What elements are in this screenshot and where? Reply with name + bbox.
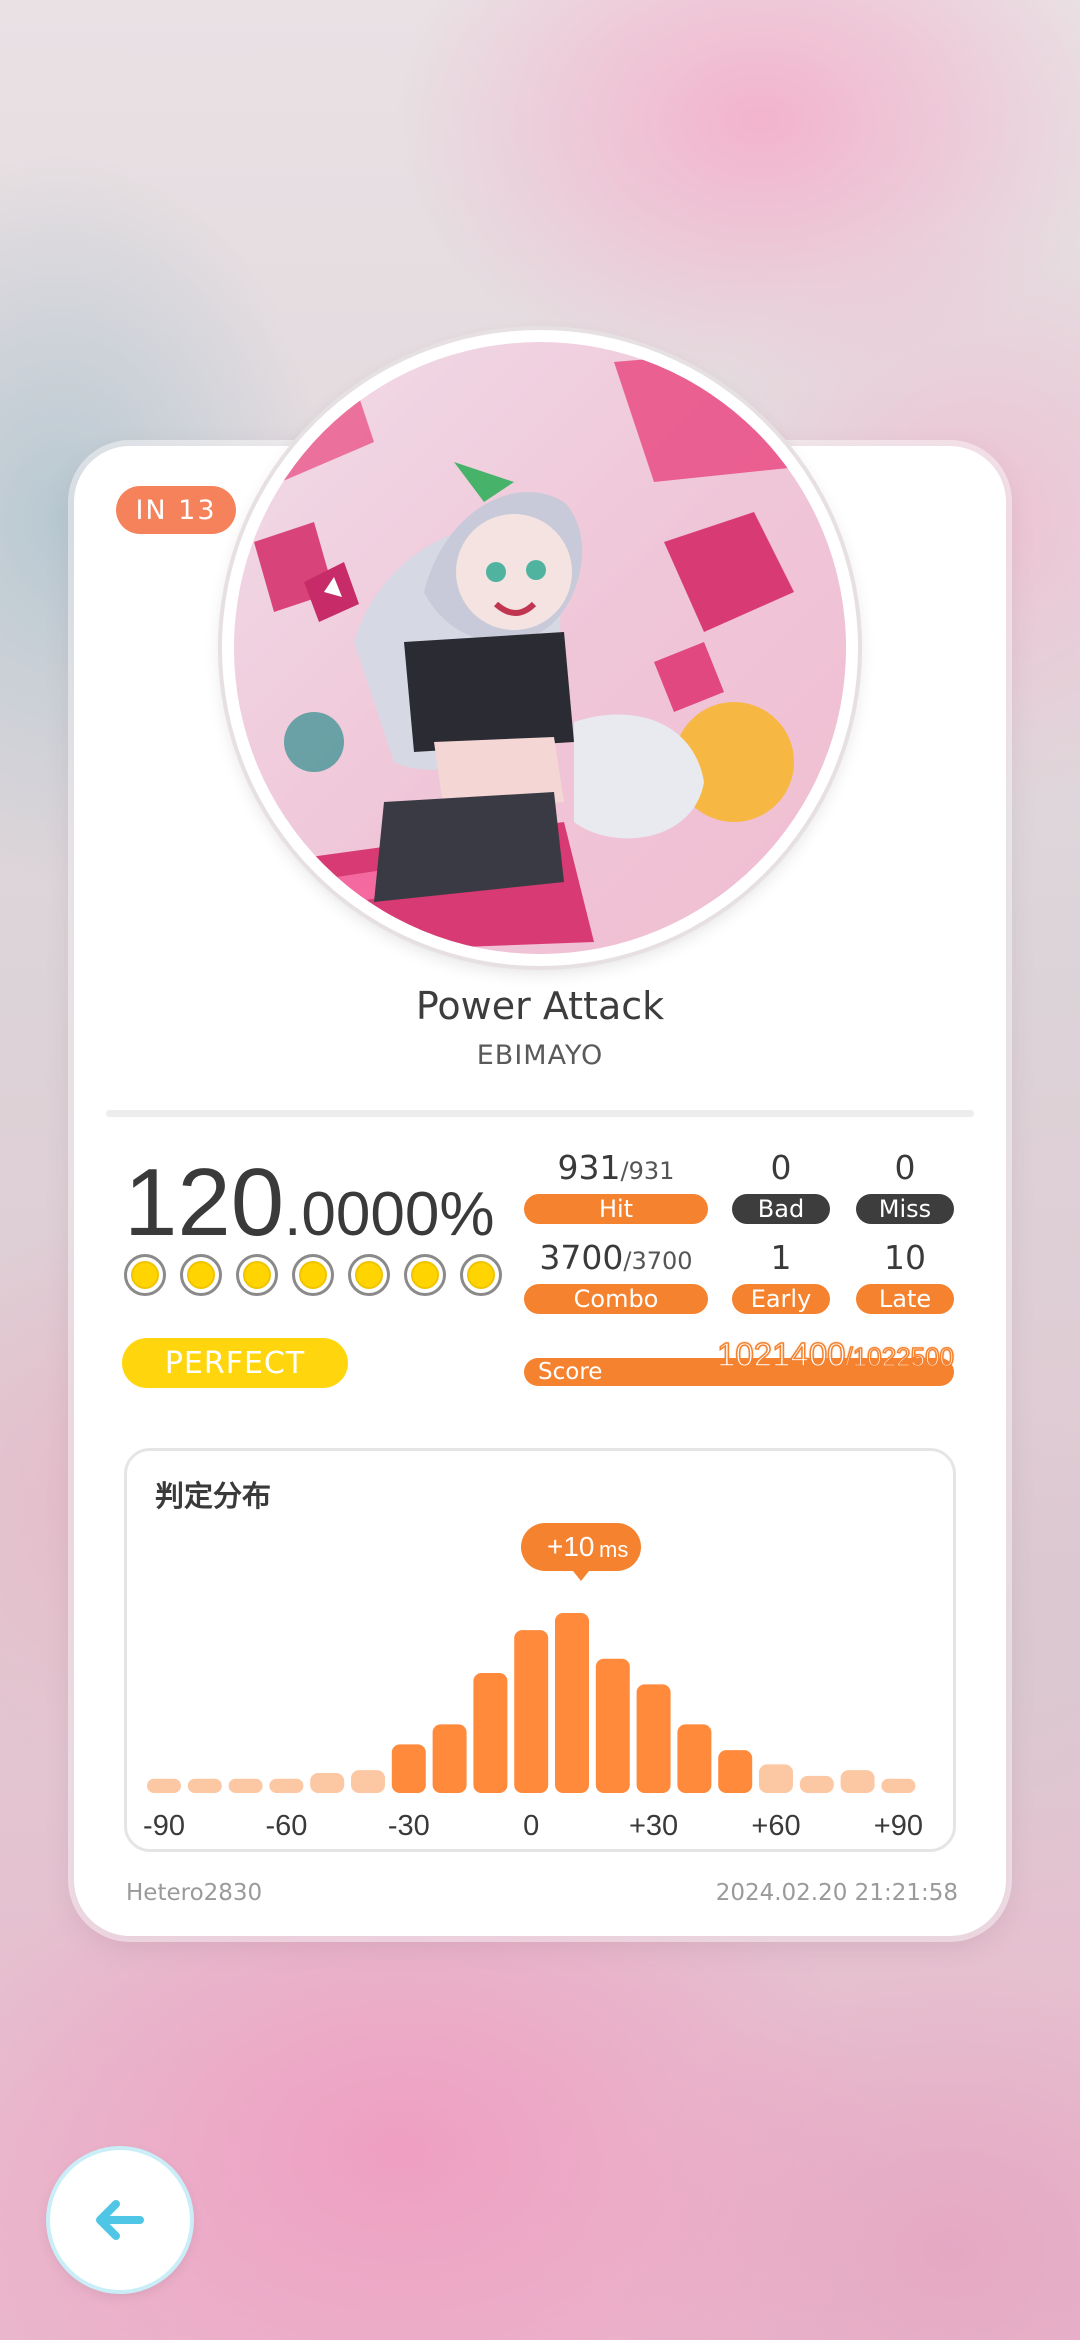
early-label: Early: [732, 1284, 830, 1314]
username: Hetero2830: [126, 1880, 263, 1906]
histogram-bar: [269, 1778, 304, 1793]
bad-value: 0: [770, 1148, 792, 1187]
peak-value: +10: [547, 1531, 595, 1562]
combo-label: Combo: [524, 1284, 708, 1314]
indicator-dot: [348, 1254, 390, 1296]
combo-total: /3700: [623, 1247, 693, 1275]
stat-late: 10 Late: [856, 1236, 954, 1314]
stat-combo: 3700/3700 Combo: [524, 1236, 708, 1314]
accuracy-fraction: .0000%: [284, 1180, 495, 1249]
histogram-bar: [351, 1770, 385, 1793]
histogram-bar: [473, 1673, 508, 1793]
back-arrow-icon: [96, 2200, 144, 2240]
bad-label: Bad: [732, 1194, 830, 1224]
histogram-bar: [228, 1778, 263, 1793]
indicator-dot: [124, 1254, 166, 1296]
late-label: Late: [856, 1284, 954, 1314]
song-title: Power Attack: [415, 984, 665, 1028]
indicator-dot: [180, 1254, 222, 1296]
histogram-bar: [595, 1658, 630, 1793]
back-button[interactable]: [50, 2150, 190, 2290]
song-jacket: [222, 330, 858, 966]
accuracy-display: 120.0000%: [124, 1148, 494, 1258]
hit-total: /931: [620, 1157, 675, 1185]
accuracy-indicator-dots: [124, 1254, 502, 1296]
early-value: 1: [770, 1238, 792, 1277]
indicator-dot: [292, 1254, 334, 1296]
peak-unit: ms: [599, 1537, 628, 1562]
hit-value: 931: [557, 1148, 621, 1187]
score-max: /1022500: [845, 1341, 955, 1373]
histogram-bar: [310, 1773, 345, 1793]
histogram-chart: -90 -60 -30 0 +30 +60 +90 +10 ms: [143, 1523, 923, 1842]
song-artist: EBIMAYO: [476, 1040, 604, 1071]
histogram-bar: [187, 1778, 222, 1793]
histogram-bar: [636, 1684, 671, 1793]
indicator-dot: [236, 1254, 278, 1296]
divider: [106, 1110, 974, 1117]
score-current: 1021400: [716, 1335, 846, 1374]
histogram-tick-label: -90: [143, 1810, 185, 1842]
song-jacket-artwork: [234, 342, 846, 954]
histogram-tick-label: +30: [629, 1810, 678, 1842]
stat-miss: 0 Miss: [856, 1146, 954, 1224]
histogram-tick-label: -60: [265, 1810, 307, 1842]
histogram-bar: [677, 1724, 712, 1793]
accuracy-integer: 120: [124, 1149, 285, 1256]
histogram-tick-label: -30: [388, 1810, 430, 1842]
miss-value: 0: [894, 1148, 916, 1187]
rank-badge: PERFECT: [122, 1338, 348, 1388]
combo-value: 3700: [539, 1238, 624, 1277]
histogram-bar: [799, 1775, 834, 1793]
histogram-bar: [391, 1744, 426, 1793]
indicator-dot: [404, 1254, 446, 1296]
stat-early: 1 Early: [732, 1236, 830, 1314]
peak-callout: +10 ms: [521, 1523, 641, 1581]
hit-label: Hit: [524, 1194, 708, 1224]
histogram-bar: [718, 1750, 753, 1793]
stat-hit: 931/931 Hit: [524, 1146, 708, 1224]
histogram-bar: [147, 1778, 181, 1793]
play-datetime: 2024.02.20 21:21:58: [715, 1880, 958, 1906]
score-label: Score: [538, 1359, 603, 1385]
histogram-tick-label: +60: [751, 1810, 800, 1842]
stat-bad: 0 Bad: [732, 1146, 830, 1224]
histogram-tick-label: 0: [523, 1810, 539, 1842]
histogram-bar: [432, 1724, 467, 1793]
difficulty-level-badge: IN 13: [116, 486, 236, 534]
late-value: 10: [884, 1238, 926, 1277]
histogram-bar: [514, 1630, 549, 1793]
histogram-bar: [840, 1770, 875, 1793]
histogram-bar: [759, 1764, 793, 1793]
histogram-bar: [881, 1778, 916, 1793]
histogram-bar: [555, 1613, 589, 1793]
miss-label: Miss: [856, 1194, 954, 1224]
histogram-tick-label: +90: [874, 1810, 923, 1842]
judgement-histogram: 判定分布 -90 -60 -30 0 +30 +60 +90 +10 ms: [124, 1448, 956, 1852]
score-value: 1021400/1022500: [716, 1335, 955, 1374]
indicator-dot: [460, 1254, 502, 1296]
